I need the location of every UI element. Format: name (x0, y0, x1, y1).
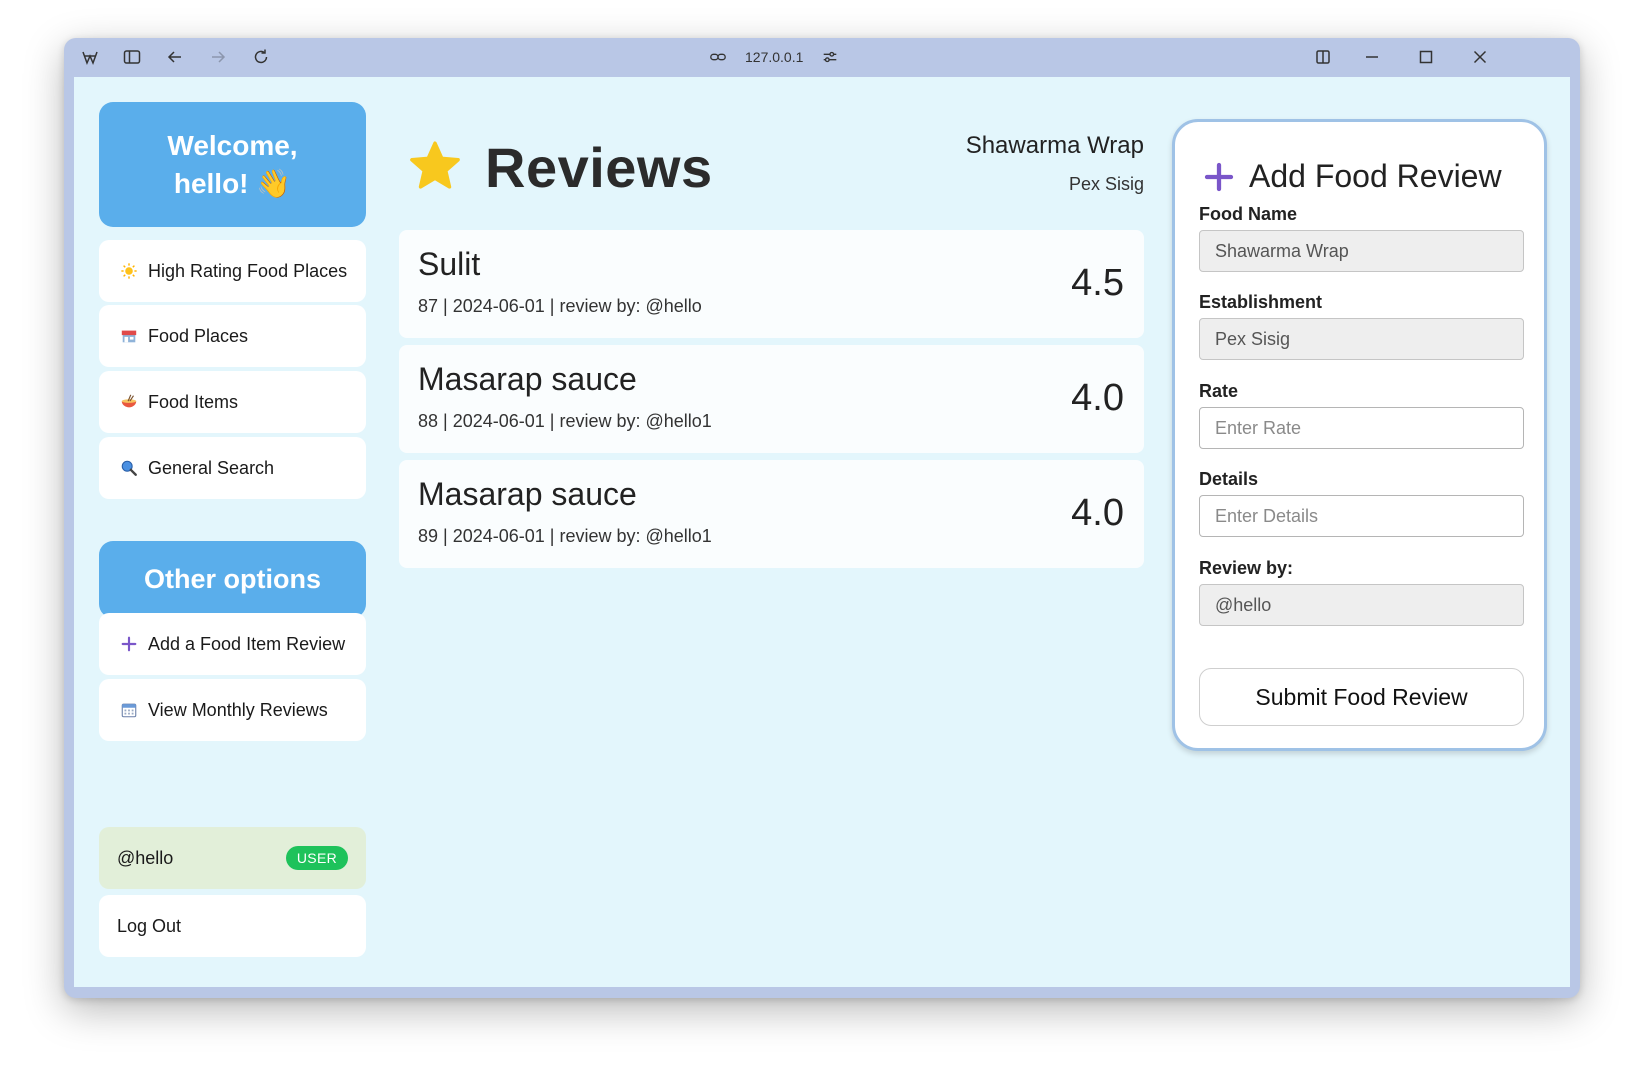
nav-view-monthly-reviews[interactable]: View Monthly Reviews (99, 679, 366, 741)
user-role-badge: USER (285, 846, 348, 870)
rate-field[interactable] (1199, 407, 1524, 449)
form-title-text: Add Food Review (1249, 158, 1502, 194)
review-card[interactable]: Masarap sauce 89 | 2024-06-01 | review b… (399, 460, 1144, 568)
rate-label: Rate (1199, 381, 1239, 401)
close-icon[interactable] (1468, 45, 1492, 69)
review-meta: 88 | 2024-06-01 | review by: @hello1 (418, 411, 712, 431)
food-name-label: Food Name (1199, 204, 1298, 224)
page-title-text: Reviews (485, 135, 713, 199)
sun-icon (119, 261, 139, 281)
nav-label: View Monthly Reviews (148, 699, 328, 720)
reload-icon[interactable] (249, 45, 273, 69)
star-icon (410, 141, 460, 189)
user-handle: @hello (117, 847, 174, 868)
link-icon (710, 53, 726, 61)
page-content: Welcome, hello! 👋 High Rating Food Place… (74, 77, 1570, 987)
review-title: Sulit (418, 246, 481, 282)
nav-label: High Rating Food Places (148, 260, 348, 281)
browser-logo-icon[interactable] (78, 45, 102, 69)
browser-titlebar: 127.0.0.1 (64, 38, 1580, 76)
site-settings-icon[interactable] (821, 48, 839, 66)
review-rating: 4.0 (1071, 492, 1124, 534)
establishment-label: Establishment (1199, 292, 1323, 312)
other-options-heading: Other options (99, 541, 366, 618)
nav-label: Add a Food Item Review (148, 633, 346, 654)
add-review-panel: Add Food Review Food Name Establishment … (1172, 119, 1547, 751)
nav-label: Food Places (148, 325, 249, 346)
nav-label: Food Items (148, 391, 239, 412)
details-field[interactable] (1199, 495, 1524, 537)
minimize-icon[interactable] (1360, 45, 1384, 69)
plus-icon (119, 634, 139, 654)
selected-establishment: Pex Sisig (1068, 174, 1144, 194)
nav-label: General Search (148, 457, 275, 478)
forward-icon[interactable] (206, 45, 230, 69)
review-card[interactable]: Masarap sauce 88 | 2024-06-01 | review b… (399, 345, 1144, 453)
logout-button[interactable]: Log Out (99, 895, 366, 957)
nav-food-places[interactable]: Food Places (99, 305, 366, 367)
store-icon (119, 326, 139, 346)
browser-window: 127.0.0.1 Welcome, hello! 👋 High Rating … (64, 38, 1580, 998)
selected-item: Shawarma Wrap Pex Sisig (966, 132, 1144, 195)
noodle-bowl-icon (119, 392, 139, 412)
review-by-field[interactable] (1199, 584, 1524, 626)
calendar-icon (119, 700, 139, 720)
sidebar-toggle-icon[interactable] (120, 45, 144, 69)
establishment-field[interactable] (1199, 318, 1524, 360)
nav-high-rating-food-places[interactable]: High Rating Food Places (99, 240, 366, 302)
welcome-line-1: Welcome, (167, 129, 298, 161)
address-text[interactable]: 127.0.0.1 (745, 49, 803, 65)
nav-food-items[interactable]: Food Items (99, 371, 366, 433)
welcome-line-2: hello! 👋 (173, 167, 292, 199)
plus-icon (1204, 162, 1234, 191)
form-title: Add Food Review (1203, 158, 1502, 195)
review-title: Masarap sauce (418, 476, 637, 512)
nav-add-food-item-review[interactable]: Add a Food Item Review (99, 613, 366, 675)
food-name-field[interactable] (1199, 230, 1524, 272)
maximize-icon[interactable] (1414, 45, 1438, 69)
address-bar[interactable]: 127.0.0.1 (709, 45, 839, 69)
search-icon (119, 458, 139, 478)
review-rating: 4.0 (1071, 377, 1124, 419)
review-card[interactable]: Sulit 87 | 2024-06-01 | review by: @hell… (399, 230, 1144, 338)
back-icon[interactable] (163, 45, 187, 69)
review-meta: 89 | 2024-06-01 | review by: @hello1 (418, 526, 712, 546)
review-by-label: Review by: (1199, 558, 1294, 578)
split-view-icon[interactable] (1311, 45, 1335, 69)
submit-review-button[interactable]: Submit Food Review (1199, 668, 1524, 726)
selected-food-name: Shawarma Wrap (965, 132, 1144, 159)
current-user: @hello USER (99, 827, 366, 889)
review-meta: 87 | 2024-06-01 | review by: @hello (418, 296, 702, 316)
nav-general-search[interactable]: General Search (99, 437, 366, 499)
welcome-banner: Welcome, hello! 👋 (99, 102, 366, 227)
review-rating: 4.5 (1071, 262, 1124, 304)
page-title: Reviews (399, 127, 713, 207)
review-title: Masarap sauce (418, 361, 637, 397)
details-label: Details (1199, 469, 1259, 489)
